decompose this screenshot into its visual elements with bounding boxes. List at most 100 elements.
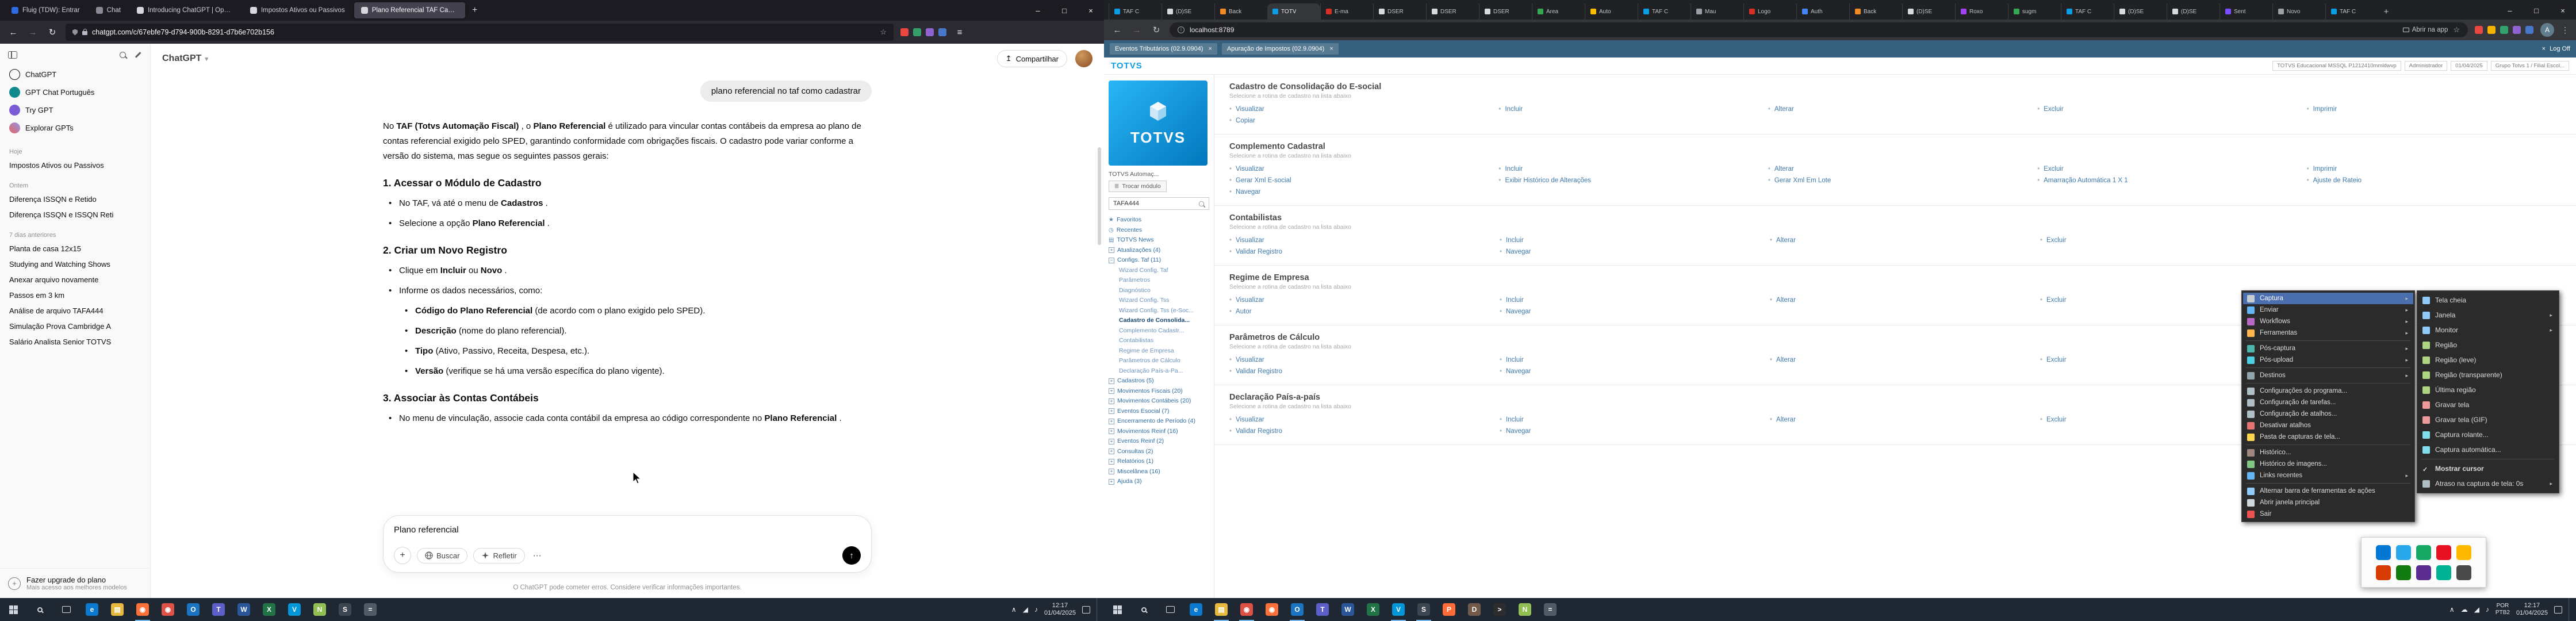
expander-icon[interactable]: + [1109, 388, 1114, 394]
menu-tree-item[interactable]: + Atualizações (4) [1109, 246, 1209, 256]
browser-tab[interactable]: Logo [1743, 3, 1796, 20]
taskbar-app-button[interactable]: e [1183, 598, 1209, 621]
context-menu-item[interactable]: Configurações do programa... ▸ [2243, 385, 2413, 397]
context-menu-item[interactable]: Região (leve) ▸ [2418, 352, 2558, 367]
routine-link[interactable]: Visualizar [1229, 297, 1500, 304]
routine-link-label[interactable]: Incluir [1505, 166, 1523, 172]
user-avatar[interactable] [1075, 50, 1092, 67]
routine-link[interactable]: Ajuste de Rateio [2307, 177, 2576, 184]
routine-link-label[interactable]: Excluir [2046, 297, 2067, 304]
routine-link-label[interactable]: Navegar [1506, 428, 1531, 435]
context-menu-item[interactable]: Alternar barra de ferramentas de ações ▸ [2243, 485, 2413, 497]
routine-link-label[interactable]: Incluir [1506, 416, 1524, 423]
browser-tab[interactable]: (D)SE [2114, 3, 2167, 20]
chat-history-item[interactable]: Salário Analista Senior TOTVS [5, 334, 145, 350]
routine-link[interactable]: Incluir [1500, 297, 1770, 304]
menu-icon[interactable]: ⋮ [2561, 25, 2569, 35]
routine-link[interactable]: Incluir [1500, 416, 1770, 423]
browser-tab[interactable]: Auth [1796, 3, 1849, 20]
routine-link-label[interactable]: Gerar Xml Em Lote [1774, 177, 1831, 184]
context-menu-item[interactable]: Monitor ▸ [2418, 323, 2558, 338]
composer-tool-button[interactable]: Buscar [417, 548, 467, 564]
chat-history-item[interactable]: Análise de arquivo TAFA444 [5, 303, 145, 319]
chat-history-item[interactable]: Anexar arquivo novamente [5, 272, 145, 288]
routine-link-label[interactable]: Autor [1236, 308, 1252, 315]
routine-link[interactable]: Navegar [1500, 248, 1770, 255]
routine-link[interactable]: Visualizar [1229, 356, 1500, 363]
tray-overflow-icon[interactable] [2416, 565, 2431, 580]
routine-link[interactable]: Autor [1229, 308, 1500, 315]
task-view-button[interactable] [53, 598, 79, 621]
routine-link[interactable]: Alterar [1768, 166, 2037, 172]
tray-overflow-icon[interactable] [2416, 545, 2431, 560]
new-tab-button[interactable]: + [2378, 3, 2394, 20]
close-icon[interactable]: × [1329, 45, 1333, 52]
tray-icon[interactable]: ◢ [2474, 605, 2479, 614]
menu-tree-item[interactable]: + Movimentos Reinf (16) [1109, 427, 1209, 437]
tray-icon[interactable]: ∧ [1011, 605, 1017, 614]
expander-icon[interactable]: + [1109, 419, 1114, 424]
page-scrollbar[interactable] [1098, 147, 1101, 245]
routine-link-label[interactable]: Amarração Automática 1 X 1 [2044, 177, 2128, 184]
expander-icon[interactable]: + [1109, 408, 1114, 414]
context-menu-item[interactable]: ▸ [2246, 383, 2410, 384]
extension-icon[interactable] [2475, 26, 2483, 34]
show-desktop-button[interactable] [2569, 598, 2571, 621]
taskbar-app-button[interactable]: W [231, 598, 256, 621]
taskbar-app-button[interactable]: D [1462, 598, 1487, 621]
sidebar-toggle-icon[interactable] [8, 51, 17, 59]
context-menu-item[interactable]: Atraso na captura de tela: 0s ▸ [2418, 476, 2558, 491]
routine-link[interactable]: Exibir Histórico de Alterações [1498, 177, 1768, 184]
maximize-button[interactable]: □ [1051, 0, 1078, 21]
routine-link-label[interactable]: Incluir [1506, 356, 1524, 363]
tray-icon[interactable]: ◢ [1023, 605, 1028, 614]
start-button[interactable] [1104, 598, 1130, 621]
menu-tree-item[interactable]: + Encerramento de Período (4) [1109, 416, 1209, 427]
routine-link[interactable]: Alterar [1770, 237, 2040, 244]
routine-link[interactable]: Validar Registro [1229, 368, 1500, 375]
routine-link-label[interactable]: Validar Registro [1236, 428, 1282, 435]
browser-tab[interactable]: DSER [1426, 3, 1479, 20]
expander-icon[interactable]: + [1109, 459, 1114, 465]
expander-icon[interactable]: + [1109, 247, 1114, 253]
context-menu-item[interactable]: Captura automática... ▸ [2418, 442, 2558, 457]
tray-icon[interactable]: ♪ [1034, 605, 1038, 614]
context-menu-item[interactable]: Configuração de atalhos... ▸ [2243, 408, 2413, 420]
routine-link[interactable]: Copiar [1229, 117, 1500, 124]
chat-composer[interactable]: Plano referencial + Buscar [383, 515, 872, 573]
browser-tab[interactable]: Sent [2220, 3, 2272, 20]
back-button[interactable]: ← [7, 28, 20, 37]
browser-tab[interactable]: Fluig (TDW): Entrar [5, 2, 87, 18]
context-menu-item[interactable]: Links recentes ▸ [2243, 470, 2413, 481]
browser-tab[interactable]: Área [1532, 3, 1585, 20]
more-options-icon[interactable]: ⋯ [531, 550, 544, 561]
logoff-button[interactable]: × Log Off [2542, 45, 2570, 52]
routine-link-label[interactable]: Visualizar [1236, 297, 1264, 304]
routine-link-label[interactable]: Excluir [2046, 356, 2067, 363]
menu-tree-item[interactable]: Parâmetros de Cálculo [1109, 356, 1209, 366]
minimize-button[interactable]: – [2497, 0, 2523, 21]
menu-tree-item[interactable]: Diagnóstico [1109, 286, 1209, 296]
context-menu-item[interactable]: Histórico de imagens... ▸ [2243, 458, 2413, 470]
tray-icon[interactable]: ♪ [2486, 605, 2489, 614]
back-button[interactable]: ← [1111, 25, 1124, 35]
browser-tab[interactable]: (D)SE [2167, 3, 2220, 20]
forward-button[interactable]: → [1130, 25, 1143, 35]
menu-tree-item[interactable]: + Eventos Esocial (7) [1109, 407, 1209, 417]
tray-overflow-icon[interactable] [2436, 545, 2451, 560]
extension-icon[interactable] [2525, 26, 2533, 34]
menu-tree-item[interactable]: + Relatórios (1) [1109, 457, 1209, 467]
routine-link-label[interactable]: Copiar [1236, 117, 1255, 124]
expander-icon[interactable]: + [1109, 398, 1114, 404]
taskbar-app-button[interactable]: P [1436, 598, 1462, 621]
routine-link-label[interactable]: Validar Registro [1236, 368, 1282, 375]
browser-tab[interactable]: Mau [1690, 3, 1743, 20]
sidebar-item[interactable]: Explorar GPTs [5, 119, 145, 137]
context-menu-item[interactable]: ▸ [2246, 483, 2410, 484]
routine-link-label[interactable]: Navegar [1506, 308, 1531, 315]
attach-button[interactable]: + [394, 547, 411, 564]
tray-overflow-icon[interactable] [2396, 565, 2411, 580]
tray-overflow-icon[interactable] [2396, 545, 2411, 560]
context-menu-item[interactable]: Desativar atalhos ▸ [2243, 420, 2413, 431]
menu-tree-item[interactable]: − Configs. Taf (11) [1109, 255, 1209, 266]
